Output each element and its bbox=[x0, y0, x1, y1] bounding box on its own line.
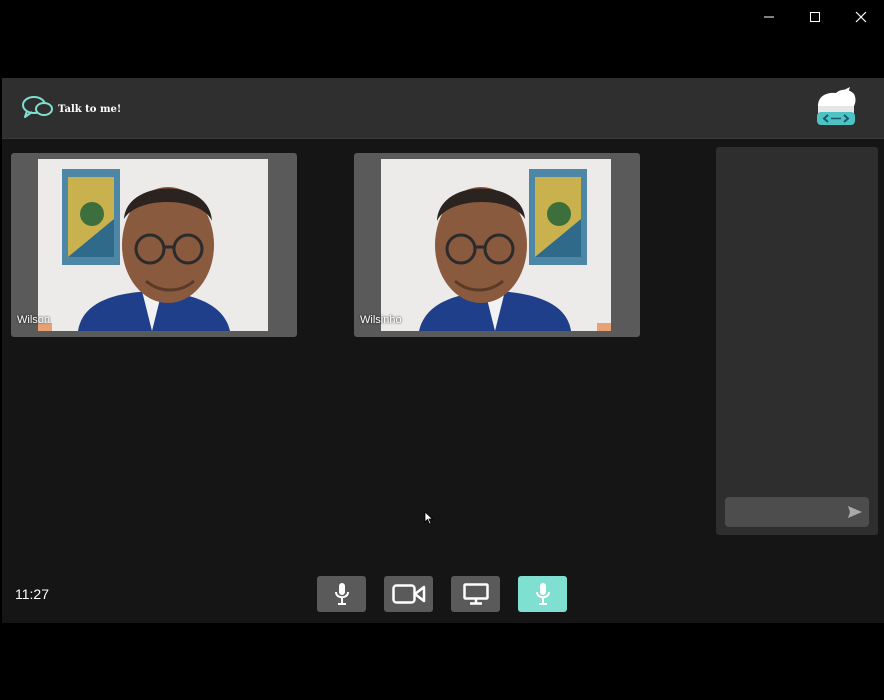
person-video-feed bbox=[381, 159, 611, 331]
video-camera-icon bbox=[391, 584, 425, 604]
call-area: Wilson Wilsinho 11:27 bbox=[2, 139, 884, 623]
call-controls-toolbar bbox=[317, 576, 567, 612]
participant-tile: Wilsinho bbox=[354, 153, 640, 337]
participant-name: Wilson bbox=[17, 314, 51, 326]
minimize-icon bbox=[764, 16, 774, 18]
app-logo: Talk to me! bbox=[21, 95, 121, 119]
toggle-camera-button[interactable] bbox=[384, 576, 433, 612]
mouse-cursor-icon bbox=[424, 511, 434, 525]
chat-bubbles-icon bbox=[22, 96, 53, 118]
participant-video bbox=[381, 159, 611, 331]
coder-mascot-icon bbox=[817, 87, 856, 125]
microphone-icon bbox=[535, 583, 550, 605]
call-timer: 11:27 bbox=[15, 586, 49, 602]
monitor-icon bbox=[462, 583, 489, 605]
window-controls bbox=[746, 0, 884, 34]
participant-tile: Wilson bbox=[11, 153, 297, 337]
share-screen-button[interactable] bbox=[451, 576, 500, 612]
chat-input-box bbox=[725, 497, 869, 529]
logo-text: Talk to me! bbox=[58, 103, 122, 115]
person-video-feed bbox=[38, 159, 268, 331]
close-icon bbox=[855, 11, 867, 23]
close-button[interactable] bbox=[838, 0, 884, 34]
audio-input-button[interactable] bbox=[518, 576, 567, 612]
send-icon[interactable] bbox=[847, 504, 863, 520]
app-window: Talk to me! Wilson Wilsinho 11:27 bbox=[0, 0, 884, 700]
app-header: Talk to me! bbox=[2, 78, 884, 139]
maximize-button[interactable] bbox=[792, 0, 838, 34]
participant-video bbox=[38, 159, 268, 331]
minimize-button[interactable] bbox=[746, 0, 792, 34]
maximize-icon bbox=[810, 12, 820, 22]
participant-name: Wilsinho bbox=[360, 314, 402, 326]
microphone-icon bbox=[334, 583, 349, 605]
chat-panel bbox=[716, 147, 878, 535]
mute-microphone-button[interactable] bbox=[317, 576, 366, 612]
chat-message-input[interactable] bbox=[731, 497, 843, 529]
